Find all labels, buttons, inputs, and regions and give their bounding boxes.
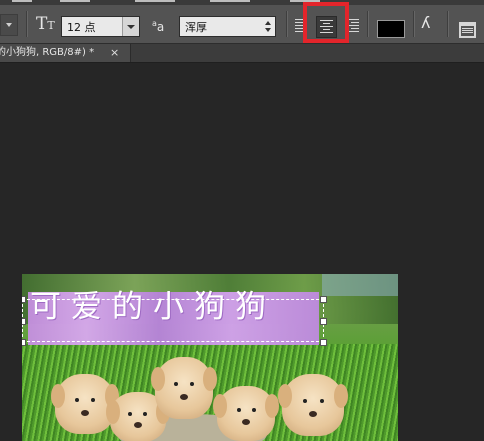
document-tab[interactable]: 的小狗狗, RGB/8#) * × bbox=[0, 44, 131, 62]
menu-fragment bbox=[60, 0, 90, 2]
divider bbox=[26, 11, 27, 37]
transform-handle[interactable] bbox=[22, 296, 26, 303]
document-canvas[interactable]: 可爱的小狗狗 bbox=[22, 274, 398, 441]
align-right-icon[interactable] bbox=[347, 17, 361, 33]
aa-label: a bbox=[156, 20, 165, 34]
antialias-value: 浑厚 bbox=[185, 21, 207, 34]
document-tab-bar: 的小狗狗, RGB/8#) * × bbox=[0, 44, 484, 63]
transform-handle[interactable] bbox=[22, 318, 26, 325]
character-panel-icon[interactable] bbox=[459, 22, 476, 38]
chevron-down-icon[interactable] bbox=[122, 17, 139, 36]
puppy bbox=[278, 374, 348, 436]
transform-handle[interactable] bbox=[320, 318, 327, 325]
puppy bbox=[213, 386, 279, 441]
warp-text-icon[interactable]: ʎ bbox=[421, 13, 430, 32]
text-bounding-box[interactable] bbox=[22, 299, 324, 342]
antialias-icon: aa bbox=[152, 19, 164, 34]
menu-fragment bbox=[12, 0, 32, 2]
tool-preset-picker[interactable] bbox=[0, 14, 18, 36]
transform-handle[interactable] bbox=[320, 296, 327, 303]
divider bbox=[447, 11, 448, 37]
antialias-select[interactable]: 浑厚 bbox=[179, 16, 276, 37]
font-size-field[interactable]: 12 点 bbox=[61, 16, 140, 37]
transform-handle[interactable] bbox=[320, 339, 327, 346]
font-size-value: 12 点 bbox=[67, 21, 96, 34]
puppy bbox=[151, 357, 217, 419]
select-arrows-icon bbox=[265, 21, 271, 33]
divider bbox=[367, 11, 368, 37]
text-orientation-glyph: T bbox=[36, 14, 48, 34]
document-tab-title: 的小狗狗, RGB/8#) * bbox=[0, 47, 95, 58]
text-color-swatch[interactable] bbox=[377, 20, 405, 38]
highlight-box bbox=[303, 2, 349, 43]
options-bar: TT 12 点 aa 浑厚 ʎ bbox=[0, 5, 484, 44]
background-sky bbox=[322, 274, 398, 296]
divider bbox=[286, 11, 287, 37]
transform-handle[interactable] bbox=[22, 339, 26, 346]
close-icon[interactable]: × bbox=[110, 44, 119, 62]
menu-fragment bbox=[135, 0, 175, 2]
menu-fragment bbox=[210, 0, 250, 2]
puppy bbox=[51, 374, 119, 434]
text-orientation-icon[interactable]: TT bbox=[36, 14, 55, 34]
divider bbox=[413, 11, 414, 37]
